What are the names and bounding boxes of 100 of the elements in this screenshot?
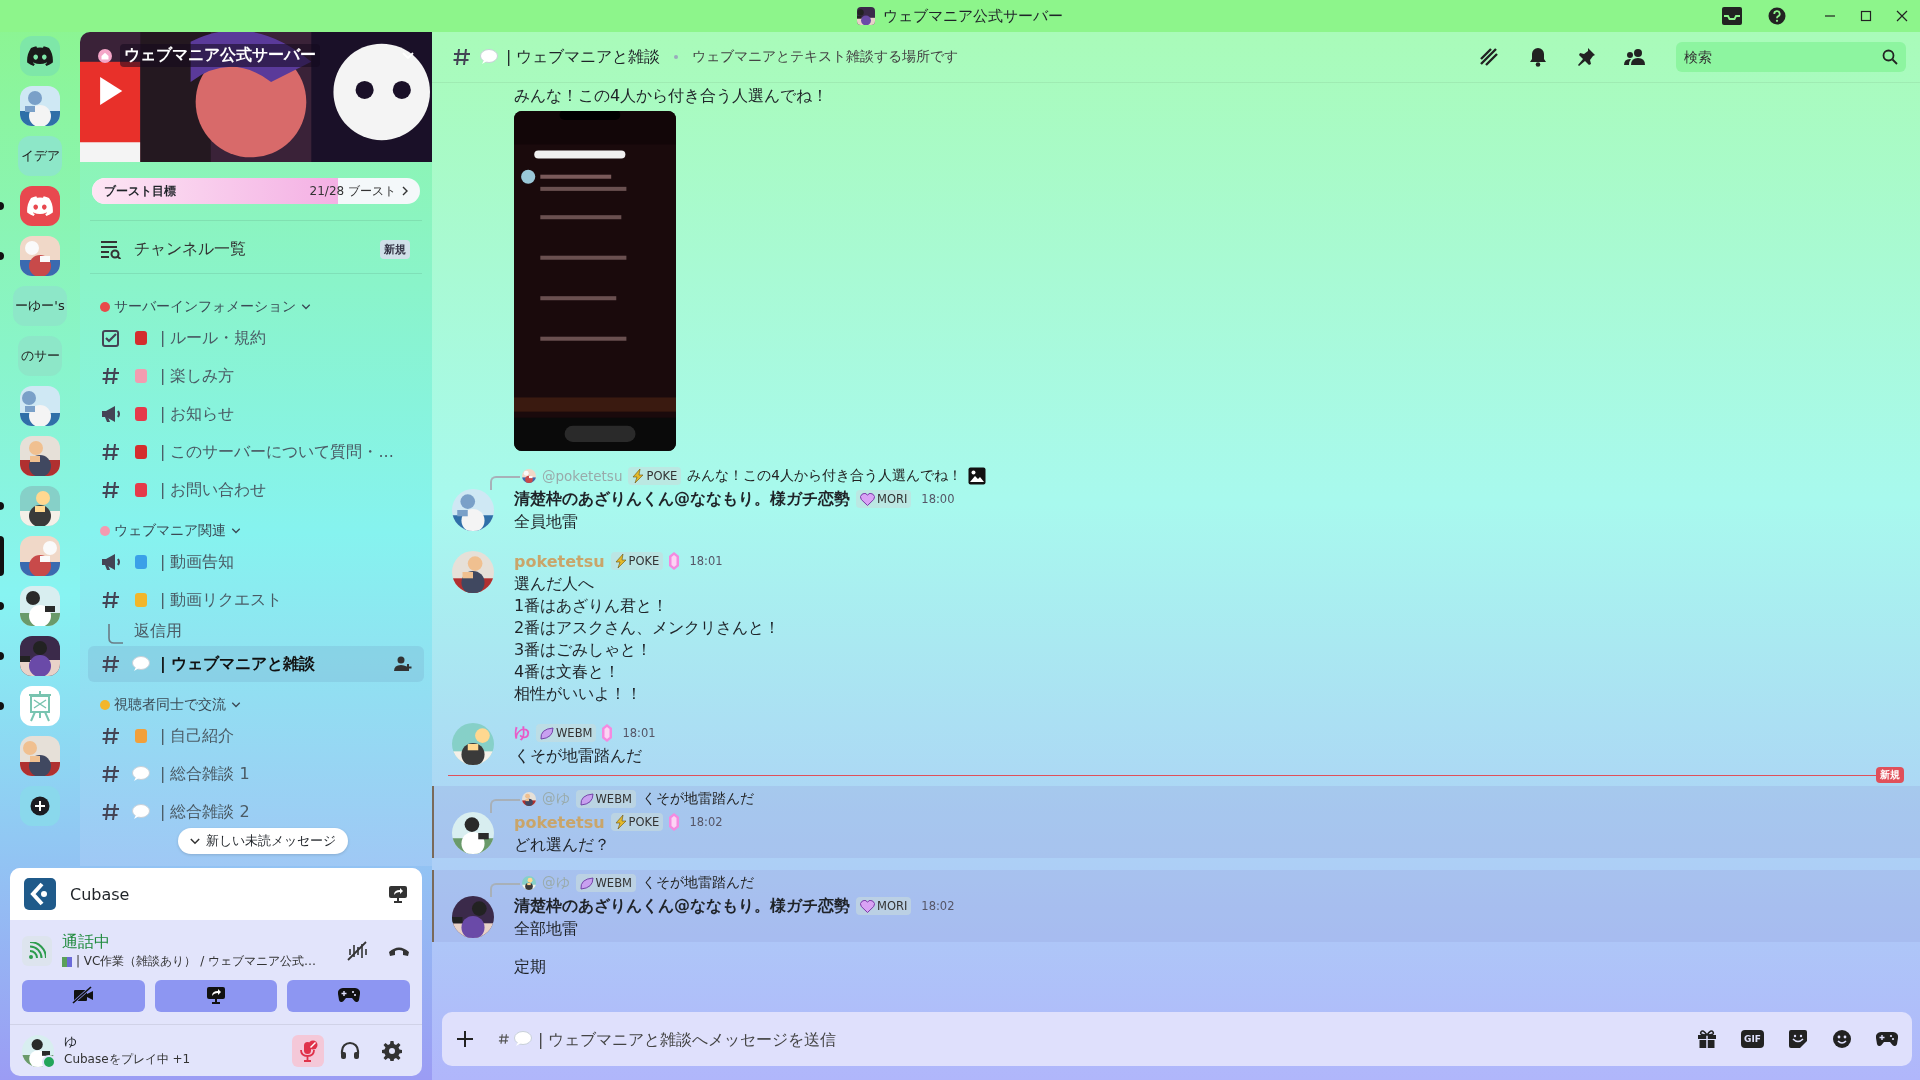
tag-label: POKE [646,469,678,483]
mic-muted-icon[interactable] [292,1034,324,1067]
channel-name[interactable]: | 動画リクエスト [160,589,412,611]
reply-text[interactable]: みんな！この4人から付き合う人選んでね！ [687,467,962,485]
channel-name[interactable]: | 動画告知 [160,551,412,573]
inbox-icon[interactable] [1722,7,1742,25]
add-server-icon[interactable] [20,786,60,826]
threads-icon[interactable] [1478,46,1500,68]
emoji-icon [135,483,147,497]
channel-item[interactable]: | ルール・規約 [88,320,424,356]
channel-item[interactable]: | 動画告知 [88,544,424,580]
bell-icon[interactable] [1528,47,1548,67]
chevron-down-icon [190,837,200,845]
channel-name[interactable]: | このサーバーについて質問・... [160,441,412,463]
screen-share-button[interactable] [154,980,278,1012]
channel-name[interactable]: | ルール・規約 [160,327,412,349]
channel-item[interactable]: | お知らせ [88,396,424,432]
gamepad-icon[interactable] [1876,1031,1898,1047]
emoji-icon [135,593,147,607]
reply-connector-line [490,476,520,490]
noise-suppression-icon[interactable] [346,941,368,961]
channel-name[interactable]: | 総合雑談 2 [160,801,412,823]
server-icon[interactable]: イデア [18,136,62,176]
emoji-icon [135,729,147,743]
emoji-icon[interactable] [1832,1029,1852,1049]
timestamp: 18:02 [689,815,723,829]
channel-item[interactable]: | 自己紹介 [88,718,424,754]
server-name[interactable]: ウェブマニア公式サーバー [120,44,320,67]
timestamp: 18:00 [921,492,955,506]
message-text: 1番はあざりん君と！ [514,595,670,617]
home-badge-icon [98,48,112,63]
channel-name[interactable]: | 楽しみ方 [160,365,412,387]
category-name[interactable]: ウェブマニア関連 [114,522,226,540]
pin-icon[interactable] [1576,47,1596,67]
hash-icon [100,726,122,746]
hash-icon [100,442,122,462]
disconnect-icon[interactable] [388,945,410,957]
megaphone-icon [100,404,122,424]
author-name[interactable]: 清楚枠のあざりんくん@ななもり。様ガチ恋勢 [514,895,850,917]
connection-icon[interactable] [22,936,52,966]
timestamp: 18:02 [921,899,955,913]
help-icon[interactable] [1768,7,1786,25]
category-name[interactable]: サーバーインフォメーション [114,298,296,316]
emoji-icon [135,407,147,421]
sticker-icon[interactable] [1788,1029,1808,1049]
thread-link[interactable]: 返信用 [134,621,182,646]
new-unread-messages-button[interactable]: 新しい未読メッセージ [178,828,348,854]
channel-item[interactable]: | お問い合わせ [88,472,424,508]
voice-channel-name[interactable]: | VC作業（雑談あり） / ウェブマニア公式… [62,953,326,970]
message-text: 4番は文春と！ [514,661,622,683]
add-member-icon[interactable] [394,656,412,672]
leaf-icon [579,876,594,890]
channel-item[interactable]: | 総合雑談 2 [88,794,424,830]
megaphone-icon [100,552,122,572]
server-icon[interactable]: のサー [18,336,62,376]
reply-text[interactable]: くそが地雷踏んだ [641,874,754,892]
reply-connector-line [490,799,520,813]
tag-label: MORI [877,899,908,913]
tag-label: POKE [628,554,660,568]
channel-name[interactable]: | お問い合わせ [160,479,412,501]
hash-icon [498,1033,510,1045]
message-field[interactable]: | ウェブマニアと雑談へメッセージを送信 GIF [442,1012,1912,1066]
channel-name[interactable]: | ウェブマニアと雑談 [160,653,384,675]
voice-status[interactable]: 通話中 [62,932,326,953]
activity-button[interactable] [287,980,410,1012]
reply-text[interactable]: くそが地雷踏んだ [641,790,754,808]
app-logo-icon [24,878,56,910]
channel-item[interactable]: | 楽しみ方 [88,358,424,394]
leaf-icon [579,792,594,806]
boost-count: 21/28 ブースト [309,182,396,200]
channel-item[interactable]: | このサーバーについて質問・... [88,434,424,470]
gif-button[interactable]: GIF [1741,1030,1764,1048]
screen-share-icon[interactable] [388,884,408,904]
members-icon[interactable] [1624,48,1646,66]
channel-item[interactable]: | 総合雑談 1 [88,756,424,792]
message-input[interactable]: | ウェブマニアと雑談へメッセージを送信 [536,1012,1674,1066]
author-name[interactable]: 清楚枠のあざりんくん@ななもり。様ガチ恋勢 [514,488,850,510]
gift-icon[interactable] [1697,1029,1718,1049]
channel-browser-link[interactable]: チャンネル一覧 [134,238,368,260]
channel-name[interactable]: | お知らせ [160,403,412,425]
category-name[interactable]: 視聴者同士で交流 [114,696,226,714]
discord-logo-icon[interactable] [20,36,60,76]
search-field[interactable]: 検索 [1676,42,1906,72]
channel-item[interactable]: | ウェブマニアと雑談 [88,646,424,682]
lightning-icon [614,554,627,568]
server-icon[interactable]: ーゆー's [13,286,67,326]
boost-progress-bar[interactable]: ブースト目標 21/28 ブースト [92,178,420,204]
channel-name[interactable]: | 総合雑談 1 [160,763,412,785]
channel-topic[interactable]: ウェブマニアとテキスト雑談する場所です [692,48,959,66]
channel-list-icon[interactable] [100,239,122,259]
reply-connector-line [490,883,520,897]
plus-icon[interactable] [456,1030,474,1048]
gamepad-icon [337,986,360,1003]
channel-item[interactable]: | 動画リクエスト [88,582,424,618]
message-text: どれ選んだ？ [514,834,611,856]
channel-name[interactable]: | 自己紹介 [160,725,412,747]
activity-name: Cubase [70,884,131,904]
emoji-icon [135,331,147,345]
camera-off-button[interactable] [22,980,145,1012]
search-icon[interactable] [1882,49,1898,65]
